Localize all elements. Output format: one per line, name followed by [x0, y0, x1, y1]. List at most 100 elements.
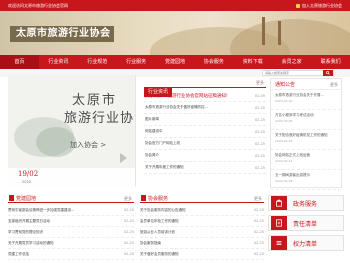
news-title: 关于开展年度工作的通知	[145, 165, 184, 169]
nav-item-contact[interactable]: 联系我们	[311, 55, 350, 69]
assoc-item-title: 旅游从业人员培训计划	[140, 229, 175, 234]
notice-item-title: 万名小程序学习考试活动	[275, 113, 314, 117]
nav-item-standards[interactable]: 行业规范	[78, 55, 117, 69]
quick-label: 政务服务	[293, 200, 318, 208]
party-panel: 党建园地 更多 贯彻中宣部会议精神进一步加强党建建设... 02-25 支部组织开…	[8, 193, 134, 261]
list-item[interactable]: 支部组织开展主题党日活动 02-25	[8, 216, 134, 227]
notice-panel: 通知公告 更多 太原市旅游行业协会关于开展... 2020-03-20 万名小程序…	[270, 78, 342, 190]
party-item-title: 支部组织开展主题党日活动	[8, 218, 50, 223]
search-icon	[326, 71, 330, 75]
building-icon	[271, 196, 287, 210]
nav-item-assoc[interactable]: 协会服务	[194, 55, 233, 69]
more-link[interactable]: 更多	[256, 80, 264, 86]
flag-icon	[9, 195, 14, 201]
list-item[interactable]: 图片新闻 02-25	[144, 114, 266, 126]
party-item-date: 02-25	[123, 208, 134, 212]
party-header: 党建园地 更多	[8, 193, 134, 203]
favorite-link[interactable]: 加入太原旅游行业协会	[296, 3, 342, 9]
more-link[interactable]: 更多	[254, 196, 262, 202]
party-item-date: 02-25	[123, 252, 134, 256]
star-icon	[296, 3, 300, 8]
list-item[interactable]: 协会官方门户网站上线 02-25	[144, 138, 266, 150]
assoc-item-date: 02-25	[253, 208, 264, 212]
assoc-header: 协会服务 更多	[140, 193, 264, 203]
document-icon	[271, 216, 287, 230]
quick-label: 权力清单	[293, 240, 318, 248]
nav-item-party[interactable]: 党建园地	[156, 55, 195, 69]
responsibility-list-button[interactable]: 责任清单	[268, 215, 344, 231]
news-title: 太原市旅游行业协会关于做好疫情防控...	[145, 105, 208, 109]
site-title: 太原市旅游行业协会	[10, 26, 114, 42]
welcome-text: 欢迎访问太原市旅游行业协会官网	[8, 2, 68, 8]
news-date: 02-25	[254, 141, 265, 146]
list-item[interactable]: 协会简介 02-25	[144, 150, 266, 162]
list-item[interactable]: 太原市旅游行业协会关于开展... 2020-03-20	[271, 90, 341, 110]
slide-next-arrow-icon[interactable]	[120, 153, 127, 163]
news-date: 02-20	[254, 105, 265, 110]
gov-service-button[interactable]: 政务服务	[268, 195, 344, 211]
power-list-button[interactable]: 权力清单	[268, 235, 344, 251]
tab-news[interactable]: 行业资讯	[144, 87, 173, 97]
join-link[interactable]: 加入协会 >	[70, 140, 106, 150]
list-item[interactable]: 协会服务指南 02-25	[140, 238, 264, 249]
list-item[interactable]: 万名小程序学习考试活动 2020-03-05	[271, 110, 341, 130]
list-item[interactable]: 关于开展党员学习活动的通知 02-25	[8, 238, 134, 249]
assoc-item-title: 协会服务指南	[140, 240, 161, 245]
quick-label: 责任清单	[293, 220, 318, 228]
list-item[interactable]: 五一期间游客出游提示 2020-04-28	[271, 170, 341, 190]
pagoda-illustration	[262, 17, 265, 45]
search-box	[262, 70, 334, 76]
list-item[interactable]: 关于协会服务内容的公告通知 02-25	[140, 205, 264, 216]
list-item[interactable]: 关于做好会员服务的通知 02-25	[140, 249, 264, 260]
list-item[interactable]: 太原市旅游行业协会关于做好疫情防控... 02-20	[144, 102, 266, 114]
favorite-label: 加入太原旅游行业协会	[302, 2, 342, 8]
list-item[interactable]: 网站建设中 02-25	[144, 126, 266, 138]
nav-item-home[interactable]: 首页	[0, 55, 39, 69]
list-icon	[271, 236, 287, 250]
list-item[interactable]: 贯彻中宣部会议精神进一步加强党建建设... 02-25	[8, 205, 134, 216]
party-item-date: 02-25	[123, 219, 134, 223]
nav-item-news[interactable]: 行业资讯	[39, 55, 78, 69]
list-item[interactable]: 会员单位年检工作的通知 02-25	[140, 216, 264, 227]
notice-item-title: 关于配合做好疫情防控工作的通知	[275, 133, 328, 137]
list-item[interactable]: 旅游从业人员培训计划 02-25	[140, 227, 264, 238]
assoc-item-date: 02-25	[253, 230, 264, 234]
list-item[interactable]: 关于开展年度工作的通知 02-25	[144, 162, 266, 174]
hero-slider[interactable]: 太原市 旅游行业协会 加入协会 > 19/02 2020	[8, 75, 136, 187]
list-item[interactable]: 学习贯彻党的理论知识 02-25	[8, 227, 134, 238]
assoc-item-date: 02-25	[253, 252, 264, 256]
assoc-item-date: 02-25	[253, 219, 264, 223]
search-input[interactable]	[263, 71, 323, 75]
party-title: 党建园地	[16, 196, 37, 202]
nav-item-downloads[interactable]: 资料下载	[233, 55, 272, 69]
party-item-title: 贯彻中宣部会议精神进一步加强党建建设...	[8, 207, 75, 212]
more-link[interactable]: 更多	[330, 82, 338, 88]
assoc-item-date: 02-25	[253, 241, 264, 245]
list-item[interactable]: 关于配合做好疫情防控工作的通知 2020-02-25	[271, 130, 341, 150]
more-link[interactable]: 更多	[124, 196, 132, 202]
search-button[interactable]	[323, 70, 333, 76]
news-title: 网站建设中	[145, 129, 163, 133]
nav-item-services[interactable]: 行业服务	[117, 55, 156, 69]
quick-links: 政务服务 责任清单 权力清单	[268, 195, 344, 255]
list-item[interactable]: 协会网站正式上线运营 2020-02-21	[271, 150, 341, 170]
news-date: 02-25	[254, 129, 265, 134]
news-panel: 行业资讯 更多 关于太原市旅游行业协会官网站征稿通知! 01-09 太原市旅游行业…	[144, 78, 266, 186]
notice-item-date: 2020-02-21	[275, 158, 293, 163]
assoc-list: 关于协会服务内容的公告通知 02-25 会员单位年检工作的通知 02-25 旅游从业…	[140, 203, 264, 260]
party-list: 贯彻中宣部会议精神进一步加强党建建设... 02-25 支部组织开展主题党日活动 0…	[8, 203, 134, 260]
news-header: 行业资讯 更多	[144, 78, 266, 97]
assoc-item-title: 关于做好会员服务的通知	[140, 251, 179, 256]
assoc-item-title: 关于协会服务内容的公告通知	[140, 207, 186, 212]
nav-item-members[interactable]: 会员之家	[272, 55, 311, 69]
news-date: 02-25	[254, 153, 265, 158]
news-date: 02-25	[254, 117, 265, 122]
slide-year: 2020	[22, 180, 31, 184]
mountain-illustration	[230, 19, 350, 55]
notice-item-date: 2020-04-28	[275, 178, 293, 183]
notice-item-title: 五一期间游客出游提示	[275, 173, 310, 177]
notice-item-title: 太原市旅游行业协会关于开展...	[275, 93, 324, 97]
slide-day: 19/02	[18, 170, 39, 178]
pagoda-illustration	[278, 21, 281, 45]
list-item[interactable]: 党建工作总结 02-25	[8, 249, 134, 260]
